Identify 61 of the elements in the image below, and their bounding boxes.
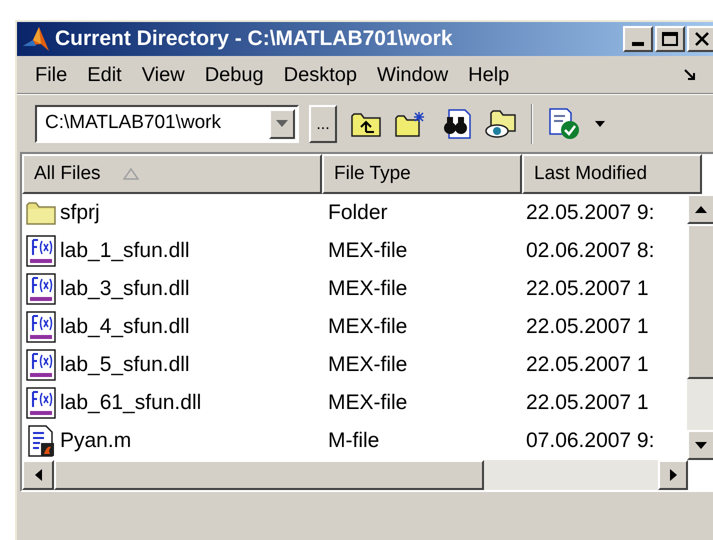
folder-eye-icon[interactable] [485, 108, 517, 138]
table-cell-text: 22.05.2007 9: [525, 200, 654, 226]
function-file-icon [26, 235, 56, 267]
table-cell-text: 22.05.2007 1 [525, 276, 649, 302]
menu-item[interactable]: File [25, 60, 78, 90]
file-name[interactable]: lab_61_sfun.dll [60, 387, 202, 419]
table-cell-text: 22.05.2007 1 [525, 352, 649, 378]
menu-item[interactable]: View [132, 60, 195, 90]
menu-item[interactable]: Window [367, 60, 458, 90]
script-file-icon [26, 425, 56, 457]
function-file-icon [26, 311, 56, 343]
scroll-left-icon [34, 469, 42, 481]
undock-arrow-icon [683, 68, 697, 82]
window-title: Current Directory - C:\MATLAB701\work [55, 26, 453, 52]
file-name[interactable]: lab_4_sfun.dll [60, 311, 190, 343]
table-cell-text: MEX-file [327, 390, 408, 416]
table-cell-text: MEX-file [327, 352, 408, 378]
find-binoculars-icon[interactable] [441, 108, 471, 138]
menu-item[interactable]: Desktop [274, 60, 368, 90]
browse-button[interactable]: ... [309, 104, 337, 142]
file-name[interactable]: lab_5_sfun.dll [60, 349, 190, 381]
maximize-icon [662, 32, 678, 46]
menu-item[interactable]: Help [458, 60, 520, 90]
minimize-button[interactable] [623, 26, 653, 52]
maximize-button[interactable] [655, 26, 685, 52]
minimize-icon [632, 42, 644, 46]
table-cell-text: 07.06.2007 9: [525, 428, 654, 454]
table-cell-text: Folder [327, 200, 389, 226]
column-header[interactable]: File Type [322, 154, 522, 194]
caret-icon [276, 120, 288, 127]
vertical-scrollbar[interactable] [687, 194, 713, 460]
table-cell-text: 22.05.2007 1 [525, 314, 649, 340]
function-file-icon [26, 349, 56, 381]
file-name[interactable]: lab_3_sfun.dll [60, 273, 190, 305]
caret-icon[interactable] [595, 120, 605, 126]
close-icon [695, 32, 709, 46]
menu-item[interactable]: Edit [77, 60, 132, 90]
new-folder-icon[interactable] [395, 110, 427, 138]
table-cell-text: MEX-file [327, 276, 408, 302]
file-name[interactable]: lab_1_sfun.dll [60, 235, 190, 267]
path-combo-box[interactable]: C:\MATLAB701\work [35, 104, 299, 142]
scroll-up-icon [695, 206, 708, 212]
table-cell-text: M-file [327, 428, 380, 454]
report-check-icon[interactable] [547, 108, 581, 140]
scroll-right-icon [670, 469, 676, 481]
scroll-down-icon [695, 442, 708, 448]
function-file-icon [26, 387, 56, 419]
table-cell-text: 02.06.2007 8: [525, 238, 654, 264]
column-header[interactable]: All Files [22, 154, 322, 194]
horizontal-scrollbar[interactable] [22, 460, 688, 490]
close-button[interactable] [687, 26, 713, 52]
function-file-icon [26, 273, 56, 305]
file-name[interactable]: Pyan.m [60, 425, 132, 457]
menu-item[interactable]: Debug [194, 60, 274, 90]
table-cell-text: 22.05.2007 1 [525, 390, 649, 416]
table-cell-text: MEX-file [327, 314, 408, 340]
dropdown-button[interactable] [269, 108, 295, 138]
file-name[interactable]: sfprj [60, 197, 100, 229]
column-header[interactable]: Last Modified [522, 154, 702, 194]
folder-icon [26, 200, 56, 226]
table-cell-text: MEX-file [327, 238, 408, 264]
